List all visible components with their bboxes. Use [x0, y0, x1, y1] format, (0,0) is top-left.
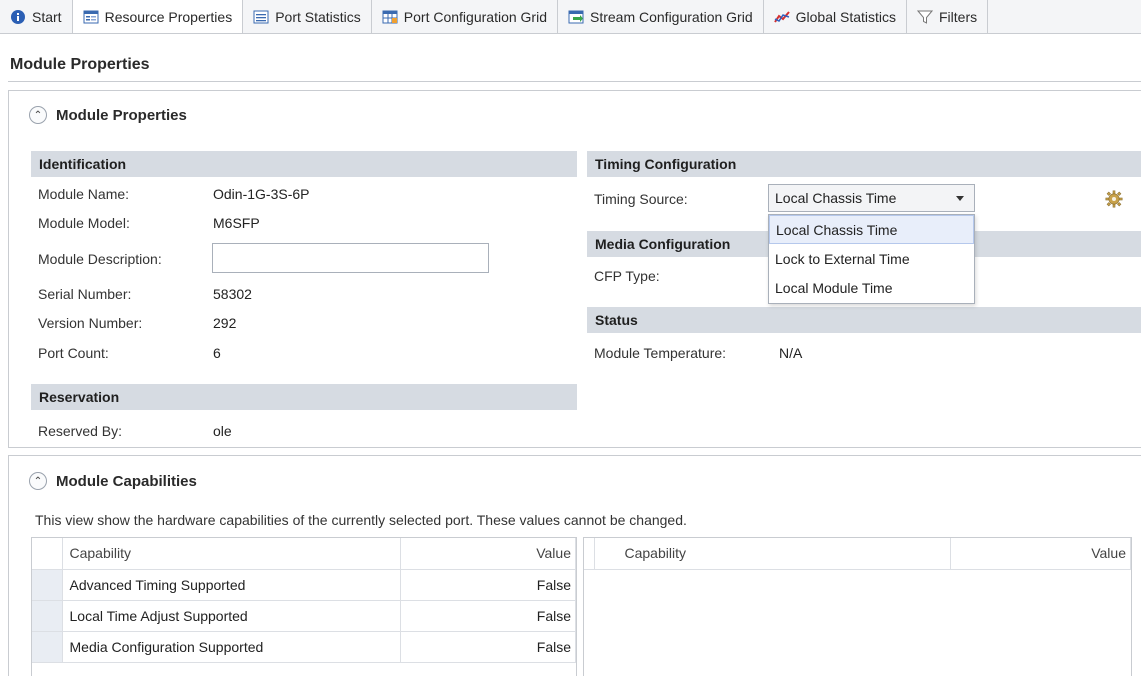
module-model-label: Module Model: [38, 215, 130, 231]
gear-icon[interactable] [1105, 190, 1123, 208]
version-number-label: Version Number: [38, 315, 143, 331]
tab-resource-properties[interactable]: Resource Properties [72, 0, 244, 33]
tab-label: Filters [939, 8, 978, 25]
timing-source-dropdown: Local Chassis Time Lock to External Time… [768, 214, 975, 304]
module-temperature-value: N/A [779, 345, 803, 361]
grid-header-row: Capability Value [584, 538, 1131, 570]
capability-cell: Local Time Adjust Supported [62, 600, 401, 632]
option-lock-to-external-time[interactable]: Lock to External Time [769, 244, 974, 273]
row-selector[interactable] [32, 631, 63, 663]
timing-source-selected: Local Chassis Time [775, 190, 897, 206]
table-row[interactable]: Advanced Timing Supported False [32, 569, 576, 601]
chart-icon [773, 9, 790, 25]
panel-title: Module Capabilities [56, 472, 197, 490]
tab-label: Stream Configuration Grid [589, 8, 753, 25]
value-cell: False [400, 569, 576, 601]
timing-source-label: Timing Source: [594, 191, 688, 207]
port-count-label: Port Count: [38, 345, 109, 361]
module-name-value: Odin-1G-3S-6P [213, 186, 310, 202]
reserved-by-value: ole [213, 423, 232, 439]
module-description-input[interactable] [212, 243, 489, 273]
value-cell: False [400, 631, 576, 663]
panel-title: Module Properties [56, 106, 187, 124]
timing-configuration-heading: Timing Configuration [587, 151, 1141, 177]
module-name-label: Module Name: [38, 186, 130, 202]
tab-label: Start [32, 8, 62, 25]
value-column-header[interactable]: Value [950, 538, 1131, 570]
chevron-down-icon [956, 196, 964, 201]
status-heading: Status [587, 307, 1141, 333]
row-selector[interactable] [32, 600, 63, 632]
stream-grid-icon [568, 9, 584, 25]
table-row[interactable]: Local Time Adjust Supported False [32, 600, 576, 632]
value-column-header[interactable]: Value [400, 538, 576, 570]
tab-port-configuration-grid[interactable]: Port Configuration Grid [372, 0, 558, 33]
version-number-value: 292 [213, 315, 237, 331]
tab-global-statistics[interactable]: Global Statistics [764, 0, 907, 33]
collapse-icon[interactable]: ⌃ [29, 472, 47, 490]
capability-column-header[interactable]: Capability [594, 538, 951, 570]
module-model-value: M6SFP [213, 215, 260, 231]
module-temperature-label: Module Temperature: [594, 345, 727, 361]
reservation-heading: Reservation [31, 384, 577, 410]
cfp-type-label: CFP Type: [594, 268, 660, 284]
capability-cell: Media Configuration Supported [62, 631, 401, 663]
option-local-chassis-time[interactable]: Local Chassis Time [769, 215, 974, 244]
value-cell: False [400, 600, 576, 632]
capabilities-grid-left: Capability Value Advanced Timing Support… [31, 537, 577, 676]
timing-source-select[interactable]: Local Chassis Time [768, 184, 975, 212]
capability-column-header[interactable]: Capability [62, 538, 401, 570]
capabilities-description: This view show the hardware capabilities… [35, 512, 687, 528]
module-properties-panel-header: ⌃ Module Properties [29, 106, 187, 124]
port-count-value: 6 [213, 345, 221, 361]
info-icon [10, 9, 26, 25]
row-selector[interactable] [32, 569, 63, 601]
page-header: Module Properties [8, 44, 1141, 82]
tab-start[interactable]: Start [0, 0, 73, 33]
table-row[interactable]: Media Configuration Supported False [32, 631, 576, 663]
module-capabilities-panel-header: ⌃ Module Capabilities [29, 472, 197, 490]
properties-icon [83, 9, 99, 25]
module-capabilities-panel: ⌃ Module Capabilities This view show the… [8, 455, 1141, 676]
tab-stream-configuration-grid[interactable]: Stream Configuration Grid [558, 0, 764, 33]
serial-number-value: 58302 [213, 286, 252, 302]
row-header-cell [584, 538, 595, 570]
list-icon [253, 9, 269, 25]
module-description-label: Module Description: [38, 251, 162, 267]
tab-label: Global Statistics [795, 8, 896, 25]
option-local-module-time[interactable]: Local Module Time [769, 273, 974, 302]
collapse-icon[interactable]: ⌃ [29, 106, 47, 124]
tab-port-statistics[interactable]: Port Statistics [243, 0, 372, 33]
grid-header-row: Capability Value [32, 538, 576, 570]
tab-label: Port Configuration Grid [403, 8, 547, 25]
reserved-by-label: Reserved By: [38, 423, 123, 439]
tab-label: Resource Properties [104, 8, 233, 25]
serial-number-label: Serial Number: [38, 286, 132, 302]
row-header-cell [32, 538, 63, 570]
capability-cell: Advanced Timing Supported [62, 569, 401, 601]
identification-heading: Identification [31, 151, 577, 177]
page-title: Module Properties [10, 56, 150, 73]
grid-icon [382, 9, 398, 25]
tab-label: Port Statistics [275, 8, 361, 25]
tab-bar: Start Resource Properties Port Statistic… [0, 0, 1141, 34]
filter-icon [916, 9, 934, 25]
tab-filters[interactable]: Filters [907, 0, 989, 33]
capabilities-grid-right: Capability Value [583, 537, 1132, 676]
